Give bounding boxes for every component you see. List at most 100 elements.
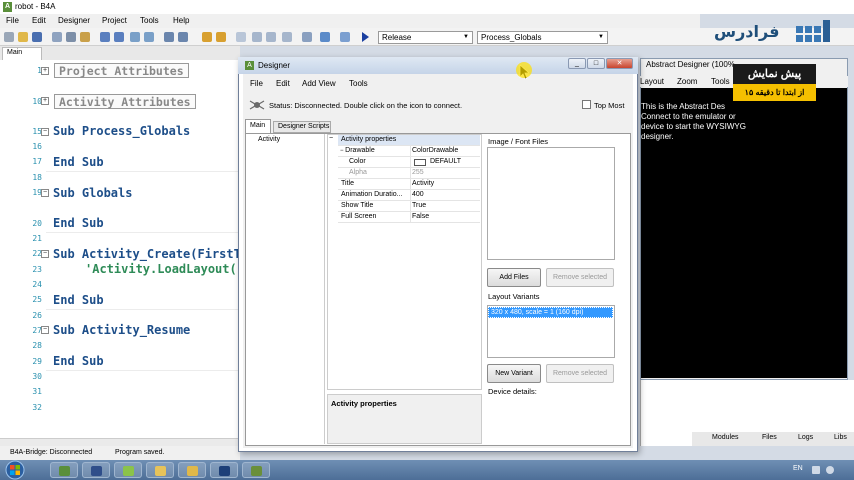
build-config-dropdown[interactable]: Release ▼ [378,31,473,44]
remove-variant-button[interactable]: Remove selected [546,364,614,383]
taskbar-android[interactable] [114,462,142,478]
taskbar-b4a[interactable] [50,462,78,478]
property-row-show-title[interactable]: Show Title True [338,201,480,212]
designer-menu-edit[interactable]: Edit [276,79,290,88]
uncomment-icon[interactable] [178,32,188,42]
property-row-color[interactable]: Color DEFAULT [338,157,480,168]
taskbar-bridge[interactable] [242,462,270,478]
abstract-designer-canvas[interactable]: This is the Abstract Des Connect to the … [641,88,847,378]
comment-icon[interactable] [164,32,174,42]
volume-icon[interactable] [826,466,834,474]
fold-toggle-icon[interactable]: − [41,189,49,197]
designer-menu-file[interactable]: File [250,79,263,88]
line-number: 25 [32,295,42,304]
fold-toggle-icon[interactable]: + [41,67,49,75]
redo-icon[interactable] [114,32,124,42]
image-files-list[interactable] [487,147,615,260]
menu-edit[interactable]: Edit [32,16,46,25]
fold-toggle-icon[interactable]: − [41,326,49,334]
fold-toggle-icon[interactable]: − [41,128,49,136]
menu-help[interactable]: Help [173,16,189,25]
fold-toggle-icon[interactable]: + [41,97,49,105]
close-button[interactable]: ✕ [606,58,633,69]
new-file-icon[interactable] [4,32,14,42]
taskbar-photoshop[interactable] [210,462,238,478]
find-icon[interactable] [252,32,262,42]
network-icon[interactable] [812,466,820,474]
menu-zoom[interactable]: Zoom [677,77,697,86]
designer-menu-tools[interactable]: Tools [349,79,368,88]
file-tab-main[interactable]: Main [2,47,42,60]
region-activity-attributes[interactable]: Activity Attributes [54,94,196,109]
tree-item-activity[interactable]: Activity [258,136,280,143]
menu-project[interactable]: Project [102,16,127,25]
designer-title-bar[interactable]: A Designer _ □ ✕ [238,57,638,74]
cut-icon[interactable] [80,32,90,42]
module-dropdown[interactable]: Process_Globals ▼ [477,31,608,44]
forward-arrow-icon[interactable] [216,32,226,42]
open-folder-icon[interactable] [18,32,28,42]
designer-menu-add-view[interactable]: Add View [302,79,336,88]
menu-tools-ad[interactable]: Tools [711,77,730,86]
property-row-alpha[interactable]: Alpha 255 [338,168,480,179]
start-button-icon[interactable] [4,460,26,480]
main-menu-bar: File Edit Designer Project Tools Help [0,14,700,28]
add-files-button[interactable]: Add Files [487,268,541,287]
tab-main[interactable]: Main [245,119,271,133]
tab-logs[interactable]: Logs [798,434,813,441]
tab-libs[interactable]: Libs [834,434,847,441]
taskbar-isc[interactable] [82,462,110,478]
menu-file[interactable]: File [6,16,19,25]
line-number: 21 [32,234,42,243]
fold-toggle-icon[interactable]: − [41,250,49,258]
undo-icon[interactable] [100,32,110,42]
indent-icon[interactable] [130,32,140,42]
line-number: 1 [37,66,42,75]
taskbar-explorer[interactable] [146,462,174,478]
menu-layout[interactable]: Layout [640,77,664,86]
connection-icon[interactable] [249,99,265,111]
menu-designer[interactable]: Designer [58,16,90,25]
property-row-title[interactable]: Title Activity [338,179,480,190]
language-indicator[interactable]: EN [793,465,803,472]
region-project-attributes[interactable]: Project Attributes [54,63,189,78]
save-icon[interactable] [32,32,42,42]
remove-files-button[interactable]: Remove selected [546,268,614,287]
property-row-animation[interactable]: Animation Duratio... 400 [338,190,480,201]
tab-files[interactable]: Files [762,434,777,441]
line-number: 16 [32,142,42,151]
property-row-drawable[interactable]: − Drawable ColorDrawable [338,146,480,157]
paste-icon[interactable] [66,32,76,42]
chevron-down-icon: ▼ [463,34,469,40]
line-number: 19 [32,188,42,197]
property-row-full-screen[interactable]: Full Screen False [338,212,480,223]
replace-icon[interactable] [266,32,276,42]
minimize-button[interactable]: _ [568,58,586,69]
designer-icon[interactable] [320,32,330,42]
code-line: Sub Process_Globals [53,124,191,138]
line-number: 26 [32,311,42,320]
outdent-icon[interactable] [144,32,154,42]
bookmark-icon[interactable] [282,32,292,42]
back-arrow-icon[interactable] [202,32,212,42]
line-number: 28 [32,341,42,350]
property-key: Animation Duratio... [341,191,403,198]
rectangle-icon[interactable] [236,32,246,42]
run-icon[interactable] [362,32,369,42]
collapse-icon[interactable]: − [329,135,333,142]
code-line: Sub Activity_Resume [53,323,191,337]
property-value: Activity [412,180,435,187]
taskbar-folder[interactable] [178,462,206,478]
views-tree[interactable] [247,134,325,444]
top-most-checkbox[interactable] [582,100,591,109]
tab-designer-scripts[interactable]: Designer Scripts [273,121,331,133]
menu-tools[interactable]: Tools [140,16,159,25]
layout-variant-item[interactable]: 320 x 480, scale = 1 (160 dpi) [488,307,613,318]
maximize-button[interactable]: □ [587,58,605,69]
bridge-icon[interactable] [340,32,350,42]
tab-modules[interactable]: Modules [712,434,738,441]
font-size-icon[interactable] [302,32,312,42]
copy-icon[interactable] [52,32,62,42]
editor-horizontal-scrollbar[interactable] [0,438,240,446]
new-variant-button[interactable]: New Variant [487,364,541,383]
